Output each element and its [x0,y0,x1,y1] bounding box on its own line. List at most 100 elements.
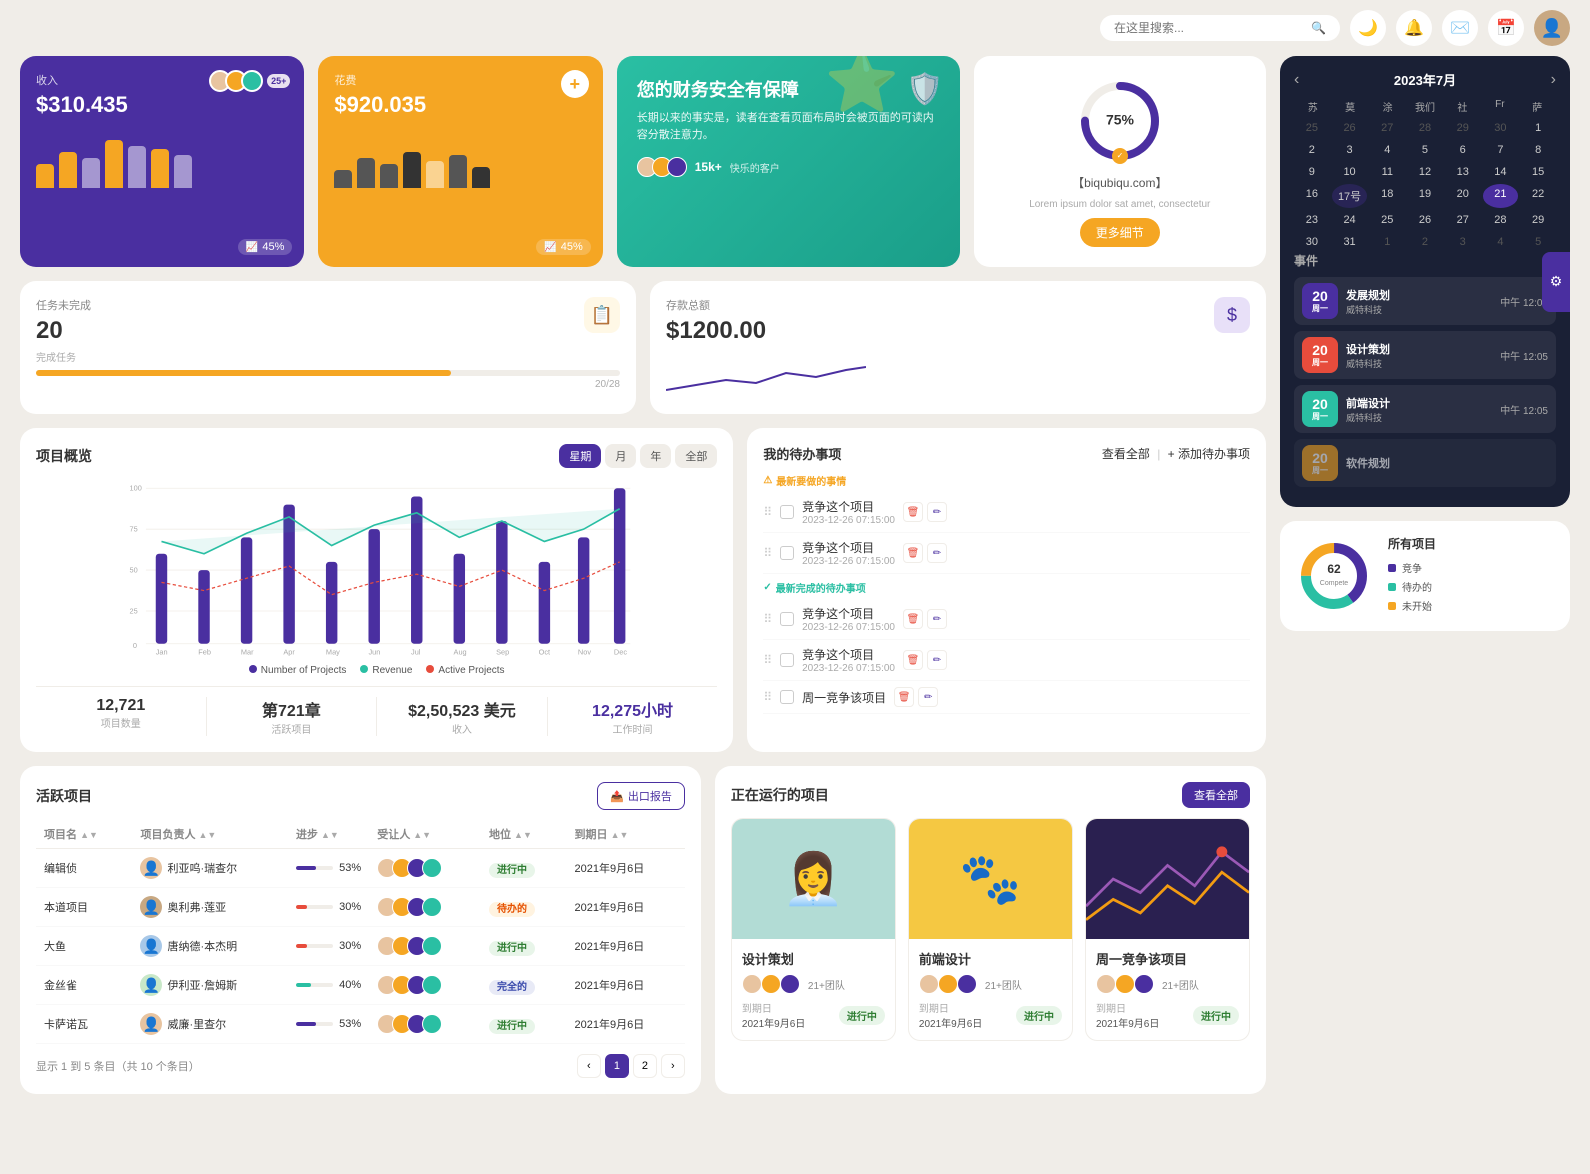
sort-owner[interactable]: ▲▼ [199,830,217,840]
circle-desc: Lorem ipsum dolor sat amet, consectetur [1029,199,1210,210]
page-2-button[interactable]: 2 [633,1054,657,1078]
cal-day-8[interactable]: 8 [1520,140,1556,160]
cal-day-21[interactable]: 21 [1483,184,1519,208]
search-input[interactable] [1114,21,1303,35]
add-expense-button[interactable]: + [561,70,589,98]
todo-check-2[interactable] [780,546,794,560]
sort-name[interactable]: ▲▼ [80,830,98,840]
drag-handle-3[interactable]: ⠿ [763,612,772,626]
cal-day-29b[interactable]: 29 [1520,210,1556,230]
drag-handle-5[interactable]: ⠿ [763,690,772,704]
cal-day-13[interactable]: 13 [1445,162,1481,182]
proj-av-6 [957,974,977,994]
cal-next-button[interactable]: › [1551,71,1556,89]
cal-day-3[interactable]: 3 [1332,140,1368,160]
tab-year[interactable]: 年 [640,444,671,468]
svg-text:Aug: Aug [454,647,467,656]
drag-handle-2[interactable]: ⠿ [763,546,772,560]
cal-day-31[interactable]: 31 [1332,232,1368,252]
cal-day-20[interactable]: 20 [1445,184,1481,208]
cal-day-25b[interactable]: 25 [1369,210,1405,230]
mail-icon[interactable]: ✉️ [1442,10,1478,46]
export-report-button[interactable]: 📤 出口报告 [597,782,685,810]
cal-day-10[interactable]: 10 [1332,162,1368,182]
cal-day-17[interactable]: 17号 [1332,184,1368,208]
cal-day-9[interactable]: 9 [1294,162,1330,182]
cal-day-12[interactable]: 12 [1407,162,1443,182]
todo-check-4[interactable] [780,653,794,667]
search-box[interactable]: 🔍 [1100,15,1340,41]
view-all-button[interactable]: 查看全部 [1182,782,1250,808]
settings-gear-button[interactable]: ⚙ [1542,252,1570,312]
projects-table: 项目名 ▲▼ 项目负责人 ▲▼ 进步 ▲▼ 受让人 ▲▼ 地位 ▲▼ 到期日 ▲… [36,820,685,1044]
cal-day-26[interactable]: 26 [1332,118,1368,138]
cal-day-n4[interactable]: 4 [1483,232,1519,252]
cal-day-19[interactable]: 19 [1407,184,1443,208]
cal-day-7[interactable]: 7 [1483,140,1519,160]
user-avatar[interactable]: 👤 [1534,10,1570,46]
bell-icon[interactable]: 🔔 [1396,10,1432,46]
cal-day-30b[interactable]: 30 [1294,232,1330,252]
cal-day-28[interactable]: 28 [1483,210,1519,230]
cal-day-25[interactable]: 25 [1294,118,1330,138]
todo-view-all[interactable]: 查看全部 [1102,447,1150,461]
todo-add-btn[interactable]: + 添加待办事项 [1168,447,1250,461]
cal-day-18[interactable]: 18 [1369,184,1405,208]
cal-day-14[interactable]: 14 [1483,162,1519,182]
cal-day-27b[interactable]: 27 [1445,210,1481,230]
cal-day-22[interactable]: 22 [1520,184,1556,208]
cal-day-15[interactable]: 15 [1520,162,1556,182]
cal-day-5[interactable]: 5 [1407,140,1443,160]
todo-check-5[interactable] [780,690,794,704]
cal-day-29[interactable]: 29 [1445,118,1481,138]
tab-week[interactable]: 星期 [559,444,601,468]
next-page-button[interactable]: › [661,1054,685,1078]
cal-day-2[interactable]: 2 [1294,140,1330,160]
todo-edit-1[interactable]: ✏ [927,502,947,522]
todo-delete-4[interactable]: 🗑 [903,650,923,670]
drag-handle-1[interactable]: ⠿ [763,505,772,519]
todo-delete-5[interactable]: 🗑 [894,687,914,707]
cal-day-n2[interactable]: 2 [1407,232,1443,252]
cal-day-6[interactable]: 6 [1445,140,1481,160]
cal-day-27[interactable]: 27 [1369,118,1405,138]
sort-assignees[interactable]: ▲▼ [413,830,431,840]
page-1-button[interactable]: 1 [605,1054,629,1078]
drag-handle-4[interactable]: ⠿ [763,653,772,667]
moon-icon[interactable]: 🌙 [1350,10,1386,46]
cal-day-4[interactable]: 4 [1369,140,1405,160]
todo-check-1[interactable] [780,505,794,519]
todo-delete-3[interactable]: 🗑 [903,609,923,629]
cal-day-24[interactable]: 24 [1332,210,1368,230]
todo-edit-3[interactable]: ✏ [927,609,947,629]
todo-edit-5[interactable]: ✏ [918,687,938,707]
cal-day-n1[interactable]: 1 [1369,232,1405,252]
calendar-grid: 25 26 27 28 29 30 1 2 3 4 5 6 7 8 9 [1294,118,1556,252]
cal-day-n3[interactable]: 3 [1445,232,1481,252]
todo-delete-1[interactable]: 🗑 [903,502,923,522]
cal-prev-button[interactable]: ‹ [1294,71,1299,89]
cal-day-11[interactable]: 11 [1369,162,1405,182]
tab-all[interactable]: 全部 [675,444,717,468]
sort-progress[interactable]: ▲▼ [321,830,339,840]
cal-day-n5[interactable]: 5 [1520,232,1556,252]
sort-due[interactable]: ▲▼ [611,830,629,840]
active-projects-title: 活跃项目 [36,786,92,806]
todo-edit-2[interactable]: ✏ [927,543,947,563]
cal-day-30[interactable]: 30 [1483,118,1519,138]
cal-day-28[interactable]: 28 [1407,118,1443,138]
calendar-icon[interactable]: 📅 [1488,10,1524,46]
todo-edit-4[interactable]: ✏ [927,650,947,670]
cal-day-16[interactable]: 16 [1294,184,1330,208]
prev-page-button[interactable]: ‹ [577,1054,601,1078]
todo-check-3[interactable] [780,612,794,626]
todo-delete-2[interactable]: 🗑 [903,543,923,563]
tab-month[interactable]: 月 [605,444,636,468]
sort-status[interactable]: ▲▼ [514,830,532,840]
proj-status-3: 进行中 [1193,1006,1239,1025]
circle-detail-button[interactable]: 更多细节 [1080,218,1160,247]
row-4-progress: 40% [288,966,369,1005]
cal-day-1[interactable]: 1 [1520,118,1556,138]
cal-day-26b[interactable]: 26 [1407,210,1443,230]
cal-day-23[interactable]: 23 [1294,210,1330,230]
